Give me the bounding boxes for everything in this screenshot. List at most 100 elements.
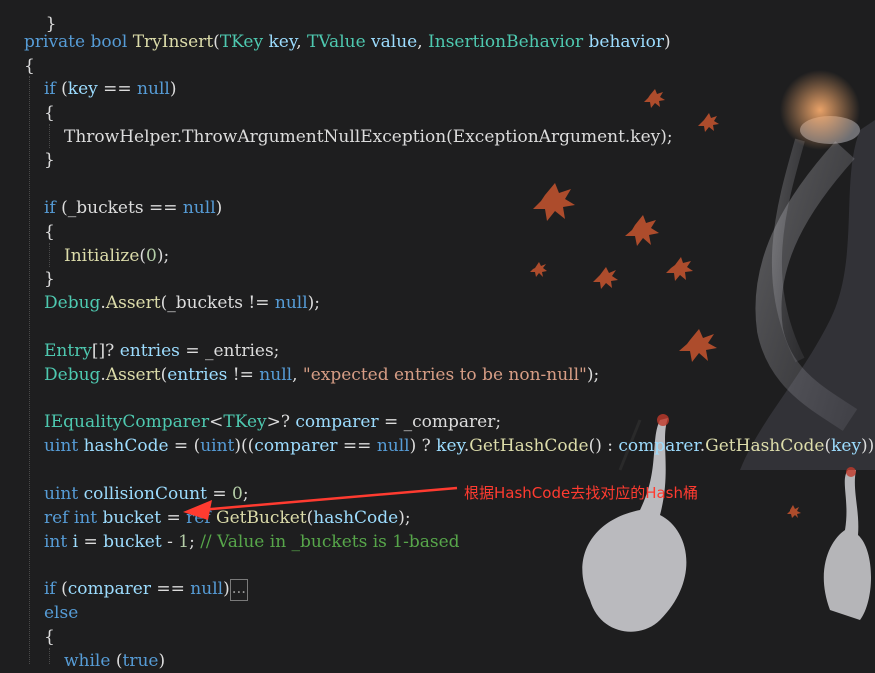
paren: ( bbox=[55, 79, 68, 99]
open-brace: { bbox=[44, 222, 55, 242]
keyword: else bbox=[44, 603, 79, 623]
semicolon: ; bbox=[242, 484, 249, 504]
code-line: else bbox=[44, 601, 78, 625]
separator: , bbox=[417, 32, 429, 52]
method-call: GetHashCode bbox=[705, 436, 825, 456]
paren: ( bbox=[110, 651, 123, 671]
variable: comparer bbox=[67, 579, 151, 599]
operator: == bbox=[143, 198, 183, 218]
variable: hashCode bbox=[313, 508, 399, 528]
operator: ) ? bbox=[409, 436, 437, 456]
operator: = bbox=[78, 532, 104, 552]
variable: _buckets bbox=[167, 293, 243, 313]
variable: key bbox=[436, 436, 464, 456]
method-modifiers: private bool bbox=[24, 32, 133, 52]
class-name: ThrowHelper bbox=[64, 127, 177, 147]
code-line: uint collisionCount = 0; bbox=[44, 482, 249, 506]
type-suffix: []? bbox=[91, 341, 120, 361]
param-name: value bbox=[365, 32, 418, 52]
keyword: uint bbox=[44, 484, 79, 504]
angle-bracket: >? bbox=[266, 412, 296, 432]
paren: ( bbox=[55, 198, 68, 218]
collapsed-region-button[interactable]: ... bbox=[229, 578, 249, 601]
variable: entries bbox=[119, 341, 180, 361]
type-name: IEqualityComparer bbox=[44, 412, 210, 432]
code-line: while (true) bbox=[64, 649, 165, 673]
keyword: null bbox=[182, 198, 216, 218]
paren: ); bbox=[156, 246, 170, 266]
operator: () : bbox=[588, 436, 619, 456]
variable: bucket bbox=[103, 532, 162, 552]
method-signature-line: private bool TryInsert(TKey key, TValue … bbox=[24, 30, 671, 54]
method-call: ThrowArgumentNullException bbox=[182, 127, 447, 147]
method-call: GetHashCode bbox=[469, 436, 589, 456]
method-call: Assert bbox=[105, 293, 161, 313]
keyword: int bbox=[44, 532, 68, 552]
operator: - bbox=[161, 532, 179, 552]
type-name: Entry bbox=[44, 341, 92, 361]
param-name: behavior bbox=[583, 32, 664, 52]
keyword: if bbox=[44, 198, 56, 218]
angle-bracket: < bbox=[209, 412, 224, 432]
paren: ( bbox=[446, 127, 453, 147]
variable: _buckets bbox=[67, 198, 144, 218]
keyword: int bbox=[68, 508, 98, 528]
param-name: key bbox=[263, 32, 297, 52]
variable: entries bbox=[167, 365, 228, 385]
operator: != bbox=[227, 365, 260, 385]
code-line: Debug.Assert(entries != null, "expected … bbox=[44, 363, 599, 387]
type-argument: TKey bbox=[223, 412, 267, 432]
indent-guide bbox=[49, 243, 50, 267]
code-editor[interactable]: } private bool TryInsert(TKey key, TValu… bbox=[0, 0, 875, 671]
method-call: Initialize bbox=[64, 246, 140, 266]
paren: ( bbox=[213, 32, 220, 52]
code-line: { bbox=[44, 625, 55, 649]
member: .key bbox=[624, 127, 661, 147]
separator: , bbox=[296, 32, 307, 52]
close-brace: } bbox=[44, 150, 55, 170]
code-line: uint hashCode = (uint)((comparer == null… bbox=[44, 434, 875, 458]
code-line: int i = bucket - 1; // Value in _buckets… bbox=[44, 530, 460, 554]
method-call: GetBucket bbox=[210, 508, 307, 528]
variable: hashCode bbox=[78, 436, 169, 456]
operator: = ( bbox=[168, 436, 201, 456]
code-line: { bbox=[44, 101, 55, 125]
number-literal: 0 bbox=[232, 484, 243, 504]
indent-guide bbox=[49, 648, 50, 664]
number-literal: 1 bbox=[178, 532, 190, 552]
keyword: null bbox=[274, 293, 308, 313]
code-line: } bbox=[24, 0, 57, 34]
assignment: = _entries; bbox=[179, 341, 280, 361]
variable: key bbox=[831, 436, 862, 456]
code-line: ref int bucket = ref GetBucket(hashCode)… bbox=[44, 506, 411, 530]
variable: i bbox=[67, 532, 79, 552]
indent-guide bbox=[49, 124, 50, 148]
paren: ); bbox=[307, 293, 321, 313]
method-call: Assert bbox=[105, 365, 161, 385]
operator: != bbox=[242, 293, 275, 313]
keyword: null bbox=[190, 579, 224, 599]
class-name: Debug bbox=[44, 293, 101, 313]
string-literal: "expected entries to be non-null" bbox=[302, 365, 587, 385]
paren: ) bbox=[169, 79, 177, 99]
operator: == bbox=[151, 579, 191, 599]
code-line: if (_buckets == null) bbox=[44, 196, 222, 220]
close-brace: } bbox=[44, 269, 55, 289]
code-line: { bbox=[24, 54, 35, 78]
variable: key bbox=[67, 79, 98, 99]
code-comment: // Value in _buckets is 1-based bbox=[200, 532, 460, 552]
code-line: if (key == null) bbox=[44, 77, 176, 101]
keyword: null bbox=[259, 365, 293, 385]
paren: )); bbox=[861, 436, 875, 456]
code-line: if (comparer == null)... bbox=[44, 577, 249, 601]
keyword: if bbox=[44, 79, 56, 99]
indent-guide bbox=[29, 76, 30, 664]
open-brace: { bbox=[24, 56, 35, 76]
class-name: ExceptionArgument bbox=[452, 127, 625, 147]
code-line: IEqualityComparer<TKey>? comparer = _com… bbox=[44, 410, 501, 434]
paren: ); bbox=[660, 127, 673, 147]
keyword: if bbox=[44, 579, 56, 599]
code-line: } bbox=[44, 267, 55, 291]
variable: bucket bbox=[97, 508, 162, 528]
keyword: uint bbox=[200, 436, 235, 456]
